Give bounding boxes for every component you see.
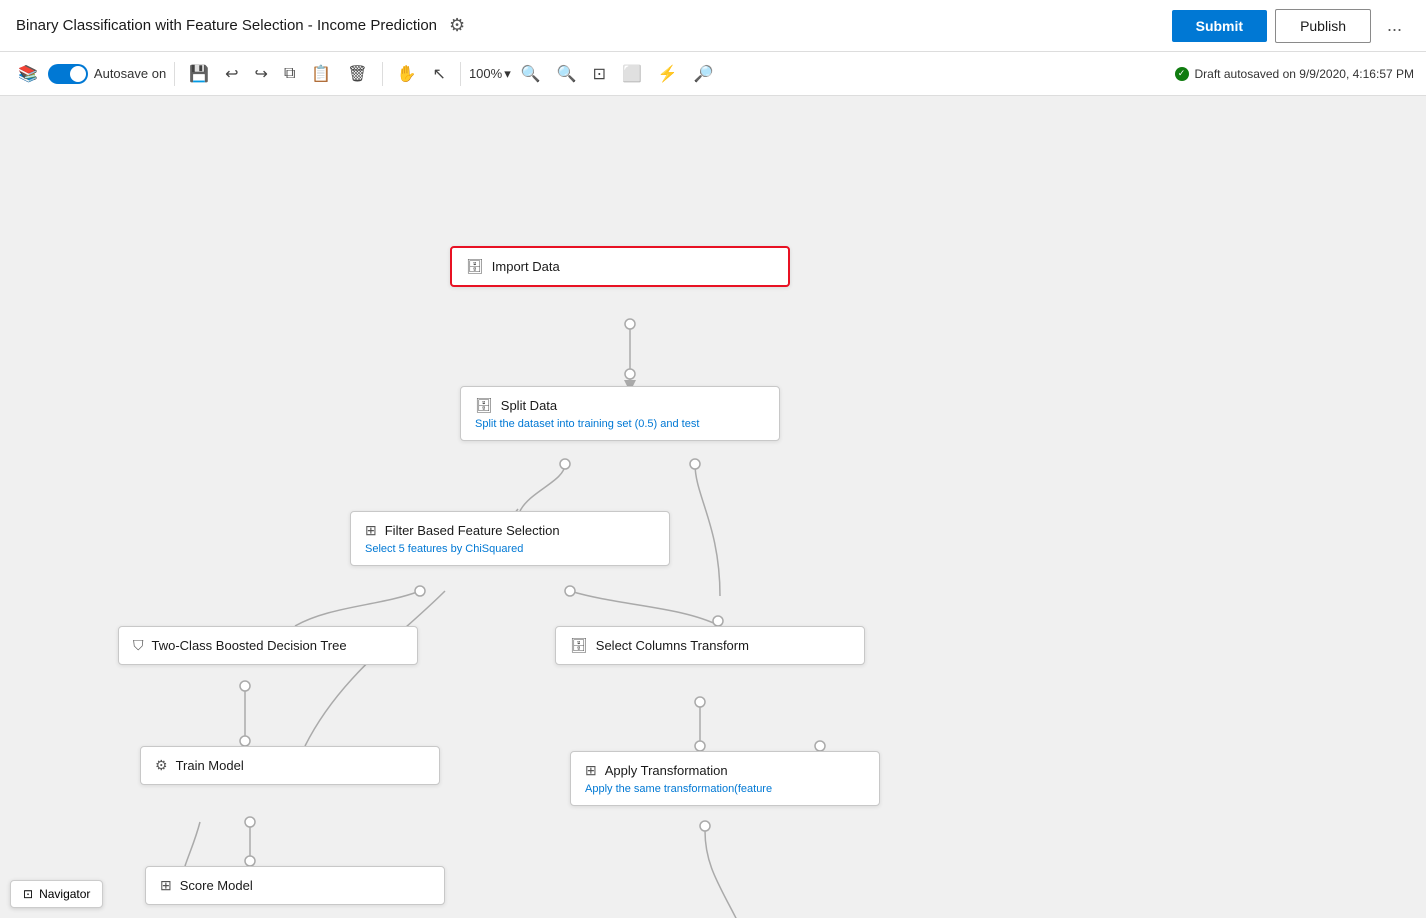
status-area: ✓ Draft autosaved on 9/9/2020, 4:16:57 P… [1175,67,1414,81]
navigator-button[interactable]: ⊡ Navigator [10,880,103,908]
apply-transformation-title: Apply Transformation [605,763,728,778]
copy-button[interactable]: ⧉ [278,61,301,87]
undo-button[interactable]: ↩ [219,60,244,88]
filter-feature-node[interactable]: ⊞ Filter Based Feature Selection Select … [350,511,670,566]
search-button[interactable]: 🔎 [688,60,720,88]
split-data-node[interactable]: 🗄 Split Data Split the dataset into trai… [460,386,780,441]
filter-feature-title: Filter Based Feature Selection [385,523,560,538]
select-columns-transform-title: Select Columns Transform [596,638,749,653]
redo-button[interactable]: ↪ [249,60,274,88]
select-columns-transform-icon: 🗄 [570,637,588,654]
train-model-node[interactable]: ⚙ Train Model [140,746,440,785]
apply-transformation-node[interactable]: ⊞ Apply Transformation Apply the same tr… [570,751,880,806]
score-model-node[interactable]: ⊞ Score Model [145,866,445,905]
pan-button[interactable]: ✋ [391,60,423,88]
decision-tree-title: Two-Class Boosted Decision Tree [152,638,347,653]
split-data-title: Split Data [501,398,557,413]
import-data-node[interactable]: 🗄 Import Data [450,246,790,287]
zoom-control[interactable]: 100% ▾ [469,66,511,82]
toolbar-divider [174,62,175,86]
more-options-button[interactable]: ... [1379,11,1410,40]
save-button[interactable]: 💾 [183,60,215,88]
navigator-icon: ⊡ [23,887,33,901]
select-button[interactable]: ↖ [427,60,452,88]
panel-toggle-button[interactable]: 📚 [12,60,44,88]
frame-button[interactable]: ⬜ [616,60,648,88]
status-text: Draft autosaved on 9/9/2020, 4:16:57 PM [1195,67,1414,81]
navigator-label: Navigator [39,887,90,901]
import-data-title: Import Data [492,259,560,274]
apply-transformation-subtitle: Apply the same transformation(feature [585,783,865,795]
zoom-out-button[interactable]: 🔍 [551,60,583,88]
filter-feature-icon: ⊞ [365,522,377,539]
zoom-in-button[interactable]: 🔍 [515,60,547,88]
select-columns-transform-node[interactable]: 🗄 Select Columns Transform [555,626,865,665]
delete-button[interactable]: 🗑 [341,60,373,88]
publish-button[interactable]: Publish [1275,9,1371,43]
apply-transformation-icon: ⊞ [585,762,597,779]
train-model-title: Train Model [176,758,244,773]
settings-button[interactable]: ⚙ [449,15,465,36]
filter-feature-subtitle: Select 5 features by ChiSquared [365,543,655,555]
autosave-toggle[interactable] [48,64,88,84]
split-data-subtitle: Split the dataset into training set (0.5… [475,418,765,430]
decision-tree-icon: ⛉ [133,637,144,654]
train-model-icon: ⚙ [155,757,168,774]
fit-view-button[interactable]: ⊡ [587,60,612,88]
autosave-label: Autosave on [94,66,166,81]
page-title: Binary Classification with Feature Selec… [16,17,437,34]
toolbar-divider2 [382,62,383,86]
submit-button[interactable]: Submit [1172,10,1267,42]
paste-button[interactable]: 📋 [305,60,337,88]
score-model-title: Score Model [180,878,253,893]
import-data-icon: 🗄 [466,258,484,275]
decision-tree-node[interactable]: ⛉ Two-Class Boosted Decision Tree [118,626,418,665]
lightning-button[interactable]: ⚡ [652,60,684,88]
toolbar-divider3 [460,62,461,86]
zoom-chevron-icon: ▾ [504,66,511,82]
status-icon: ✓ [1175,67,1189,81]
split-data-icon: 🗄 [475,397,493,414]
zoom-value: 100% [469,66,502,81]
score-model-icon: ⊞ [160,877,172,894]
